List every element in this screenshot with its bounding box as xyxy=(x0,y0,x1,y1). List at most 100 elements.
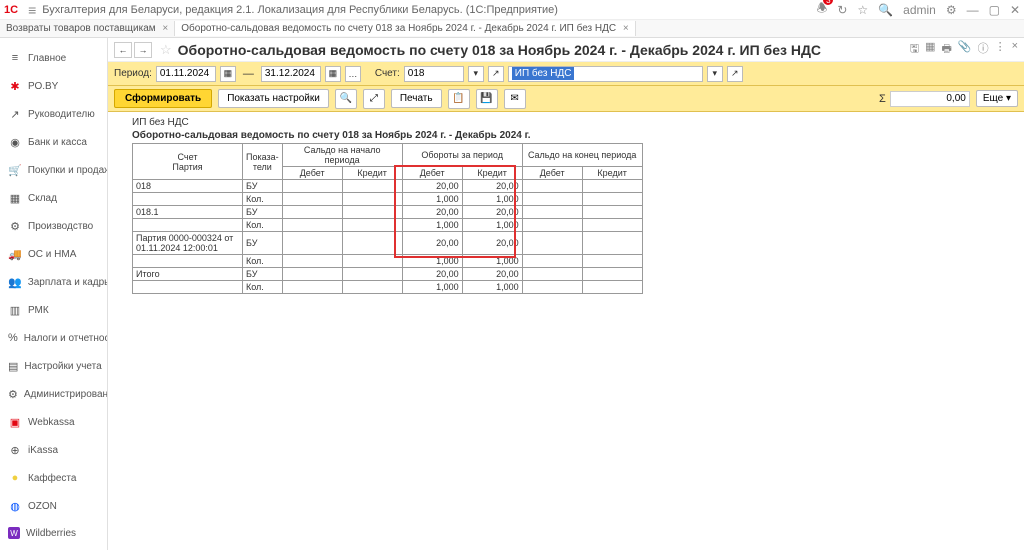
user-label[interactable]: admin xyxy=(903,3,936,17)
show-settings-button[interactable]: Показать настройки xyxy=(218,89,329,108)
toolbar: Сформировать Показать настройки 🔍 ⤢ Печа… xyxy=(108,86,1024,112)
sidebar-item-main[interactable]: ≡Главное xyxy=(0,44,107,72)
history-icon[interactable]: ↻ xyxy=(837,3,847,17)
stats-icon[interactable]: ▦ xyxy=(925,40,935,59)
sidebar-item-salary[interactable]: 👥Зарплата и кадры xyxy=(0,268,107,296)
table-row[interactable]: Кол. 1,000 1,000 xyxy=(133,193,643,206)
sidebar-item-label: Wildberries xyxy=(26,528,76,539)
sidebar-item-label: РМК xyxy=(28,305,49,316)
table-row[interactable]: Итого БУ 20,00 20,00 xyxy=(133,268,643,281)
sidebar-item-kaffesta[interactable]: ●Каффеста xyxy=(0,464,107,492)
th-turn-debit: Дебет xyxy=(402,167,462,180)
sidebar-item-sales[interactable]: 🛒Покупки и продажи xyxy=(0,156,107,184)
print-button[interactable]: Печать xyxy=(391,89,442,108)
percent-icon: % xyxy=(8,331,18,345)
print-icon[interactable]: 🖶 xyxy=(941,40,951,59)
generate-button[interactable]: Сформировать xyxy=(114,89,212,108)
tab-close-icon[interactable]: × xyxy=(623,23,629,34)
table-row[interactable]: Кол. 1,000 1,000 xyxy=(133,281,643,294)
org-input[interactable]: ИП без НДС xyxy=(508,66,703,82)
settings-icon[interactable]: ⚙ xyxy=(946,3,957,17)
calendar-to-icon[interactable]: ▦ xyxy=(325,66,341,82)
cell-bd xyxy=(282,206,342,219)
more-button[interactable]: Еще ▾ xyxy=(976,90,1018,107)
sidebar-item-assets[interactable]: 🚚ОС и НМА xyxy=(0,240,107,268)
sum-box: Σ xyxy=(879,91,970,107)
notification-icon[interactable]: 🕭 xyxy=(817,0,828,20)
sidebar-item-label: РО.BY xyxy=(28,81,58,92)
account-open-icon[interactable]: ↗ xyxy=(488,66,504,82)
sidebar-item-taxes[interactable]: %Налоги и отчетность xyxy=(0,324,107,352)
search-icon[interactable]: 🔍 xyxy=(878,3,893,17)
tab-close-icon[interactable]: × xyxy=(162,23,168,34)
panel-close-icon[interactable]: × xyxy=(1012,40,1018,59)
sidebar-item-rmk[interactable]: ▥ РМК xyxy=(0,296,107,324)
help-icon[interactable]: ⓘ xyxy=(978,40,989,59)
cell-account xyxy=(133,219,243,232)
sidebar-item-label: Главное xyxy=(28,53,66,64)
more-icon[interactable]: ⋮ xyxy=(995,40,1006,59)
table-row[interactable]: Кол. 1,000 1,000 xyxy=(133,255,643,268)
sidebar-item-roby[interactable]: ✱ РО.BY xyxy=(0,72,107,100)
account-input[interactable] xyxy=(404,66,464,82)
tab-returns[interactable]: Возвраты товаров поставщикам × xyxy=(0,21,175,36)
table-row[interactable]: 018 БУ 20,00 20,00 xyxy=(133,180,643,193)
menu-icon[interactable]: ≡ xyxy=(28,2,36,18)
sidebar-item-webkassa[interactable]: ▣ Webkassa xyxy=(0,408,107,436)
sidebar-item-label: Зарплата и кадры xyxy=(28,277,108,288)
sidebar-item-production[interactable]: ⚙Производство xyxy=(0,212,107,240)
save-button[interactable]: 💾 xyxy=(476,89,498,109)
attach-icon[interactable]: 📎 xyxy=(958,40,972,59)
cell-account: Партия 0000-000324 от 01.11.2024 12:00:0… xyxy=(133,232,243,255)
cell-ind: Кол. xyxy=(243,219,283,232)
webkassa-icon: ▣ xyxy=(8,415,22,429)
sidebar-item-admin[interactable]: ⚙Администрирование xyxy=(0,380,107,408)
account-dropdown-icon[interactable]: ▾ xyxy=(468,66,484,82)
org-value: ИП без НДС xyxy=(512,67,575,80)
org-open-icon[interactable]: ↗ xyxy=(727,66,743,82)
cell-td: 20,00 xyxy=(402,206,462,219)
table-row[interactable]: 018.1 БУ 20,00 20,00 xyxy=(133,206,643,219)
sidebar-item-manager[interactable]: ↗Руководителю xyxy=(0,100,107,128)
cell-tc: 1,000 xyxy=(462,219,522,232)
zoom-in-button[interactable]: 🔍 xyxy=(335,89,357,109)
favorite-icon[interactable]: ☆ xyxy=(160,42,172,58)
copy-button[interactable]: 📋 xyxy=(448,89,470,109)
expand-button[interactable]: ⤢ xyxy=(363,89,385,109)
table-row[interactable]: Партия 0000-000324 от 01.11.2024 12:00:0… xyxy=(133,232,643,255)
sidebar-item-ozon[interactable]: ◍OZON xyxy=(0,492,107,520)
cell-tc: 1,000 xyxy=(462,281,522,294)
sidebar-item-label: Webkassa xyxy=(28,417,75,428)
tab-report[interactable]: Оборотно-сальдовая ведомость по счету 01… xyxy=(175,21,636,36)
email-button[interactable]: ✉ xyxy=(504,89,526,109)
cell-ec xyxy=(582,206,642,219)
table-row[interactable]: Кол. 1,000 1,000 xyxy=(133,219,643,232)
cell-tc: 20,00 xyxy=(462,180,522,193)
sidebar-item-settings[interactable]: ▤Настройки учета xyxy=(0,352,107,380)
period-from-input[interactable] xyxy=(156,66,216,82)
report-org: ИП без НДС xyxy=(112,116,1020,129)
sidebar-item-bank[interactable]: ◉Банк и касса xyxy=(0,128,107,156)
save-icon[interactable]: 🖫 xyxy=(910,40,919,59)
nav-back-button[interactable]: ← xyxy=(114,42,132,58)
roby-icon: ✱ xyxy=(8,79,22,93)
close-icon[interactable]: ✕ xyxy=(1010,3,1020,17)
sidebar-item-warehouse[interactable]: ▦Склад xyxy=(0,184,107,212)
maximize-icon[interactable]: ▢ xyxy=(989,3,1000,17)
nav-forward-button[interactable]: → xyxy=(134,42,152,58)
org-dropdown-icon[interactable]: ▾ xyxy=(707,66,723,82)
th-end: Сальдо на конец периода xyxy=(522,144,642,167)
sum-input[interactable] xyxy=(890,91,970,107)
calendar-from-icon[interactable]: ▦ xyxy=(220,66,236,82)
period-to-input[interactable] xyxy=(261,66,321,82)
page-header: ← → ☆ Оборотно-сальдовая ведомость по сч… xyxy=(108,38,1024,62)
rmk-icon: ▥ xyxy=(8,303,22,317)
sidebar-item-ikassa[interactable]: ⊕iKassa xyxy=(0,436,107,464)
period-row: Период: ▦ — ▦ … Счет: ▾ ↗ ИП без НДС ▾ ↗ xyxy=(108,62,1024,86)
star-icon[interactable]: ☆ xyxy=(857,3,868,17)
period-select-button[interactable]: … xyxy=(345,66,361,82)
minimize-icon[interactable]: — xyxy=(967,3,979,17)
page-title: Оборотно-сальдовая ведомость по счету 01… xyxy=(178,42,910,58)
sidebar-item-wildberries[interactable]: WWildberries xyxy=(0,520,107,546)
bank-icon: ◉ xyxy=(8,135,22,149)
